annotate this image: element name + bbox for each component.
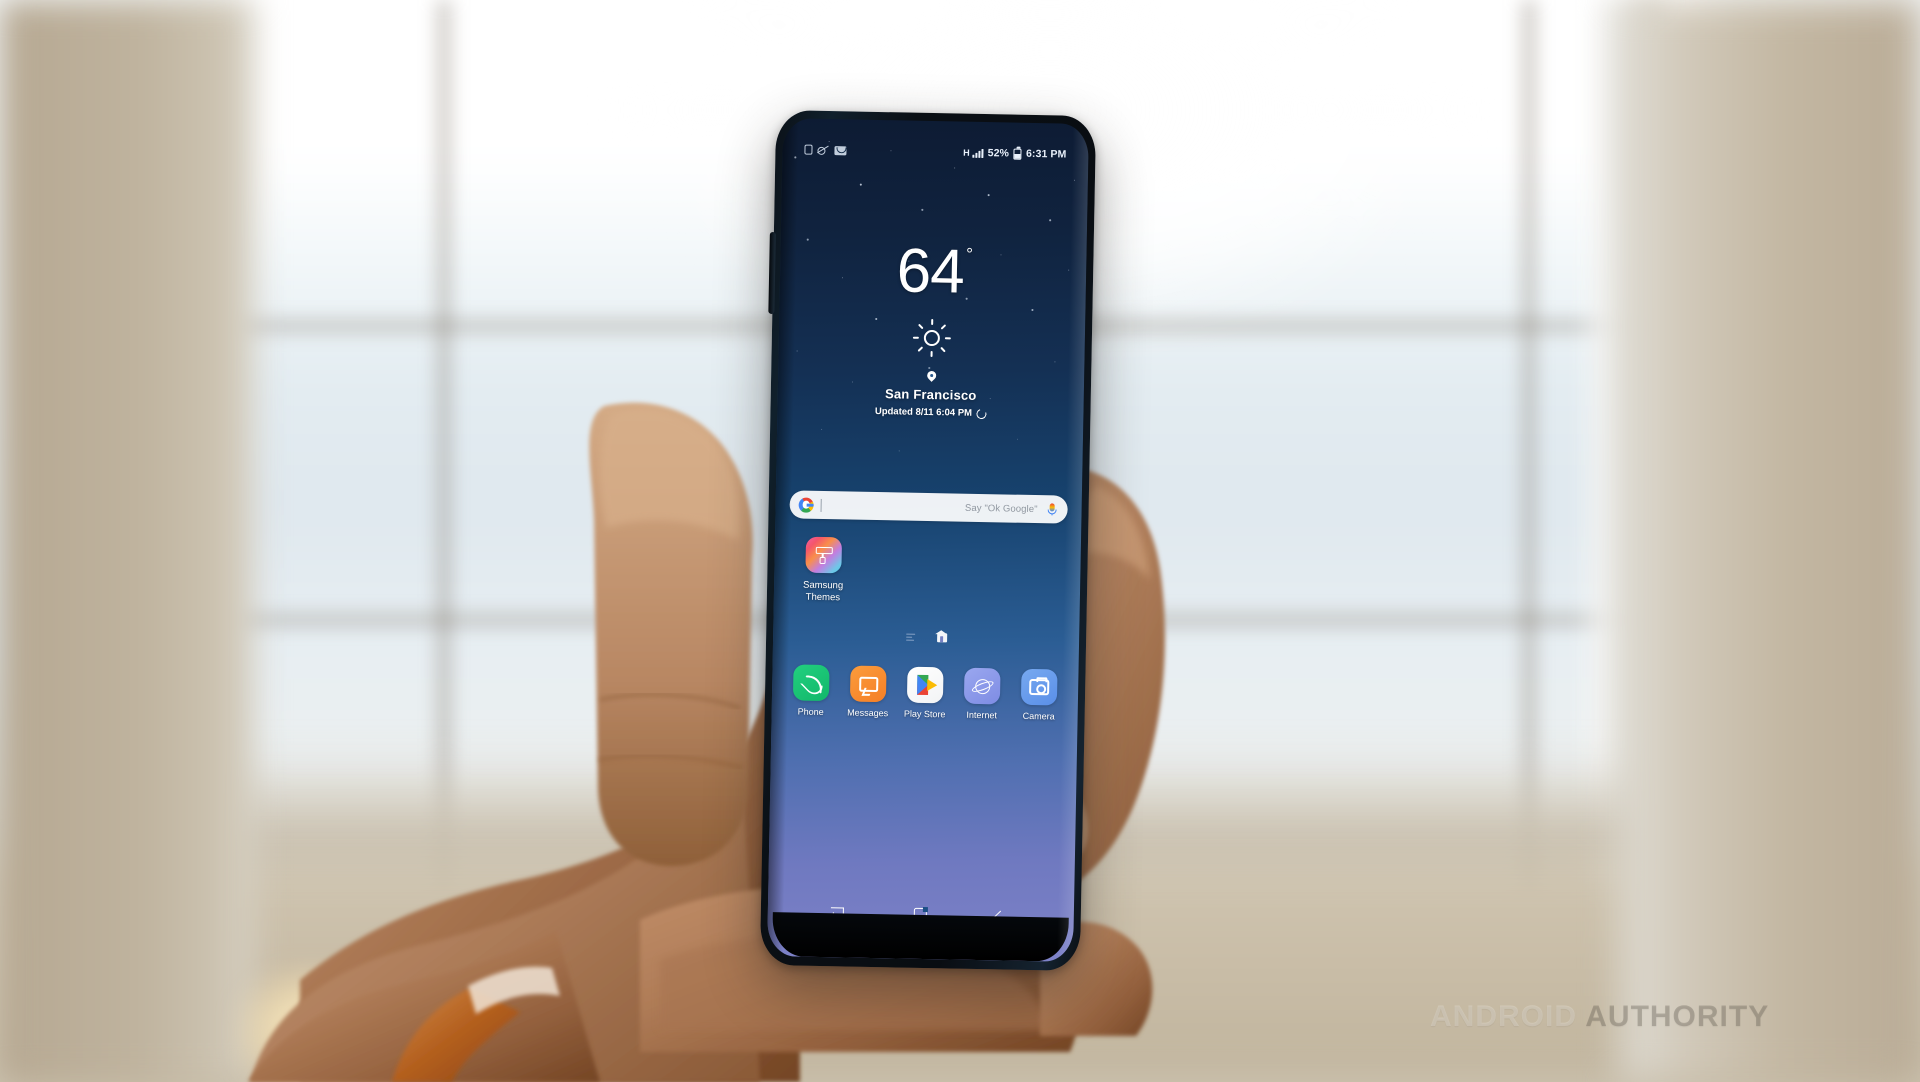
- signal-bars-icon: [972, 148, 984, 158]
- paint-roller-icon: [815, 546, 833, 564]
- sound-muted-icon: [817, 145, 829, 155]
- email-icon: [834, 145, 847, 155]
- page-indicator: [773, 630, 1079, 645]
- sd-card-icon: [804, 144, 813, 155]
- weather-widget[interactable]: 64° San Francisco Updated 8/11 6:04 PM: [777, 236, 1086, 421]
- battery-percent-label: 52%: [987, 147, 1010, 160]
- watermark-part2: AUTHORITY: [1585, 1000, 1770, 1033]
- temperature-value: 64°: [896, 236, 973, 306]
- dock-app-messages[interactable]: Messages: [843, 665, 894, 718]
- phone-icon[interactable]: [792, 664, 830, 702]
- messages-icon[interactable]: [849, 665, 887, 703]
- dock-app-camera[interactable]: Camera: [1014, 668, 1065, 722]
- weather-city-label: San Francisco: [884, 386, 977, 403]
- refresh-icon[interactable]: [974, 406, 988, 421]
- dock-label-play-store: Play Store: [903, 708, 946, 720]
- dock-app-internet[interactable]: Internet: [957, 667, 1008, 721]
- degree-symbol: °: [965, 244, 973, 264]
- phone-screen[interactable]: H 52% 6:31 PM 64° San Francisco Updated …: [766, 118, 1090, 962]
- watermark-part1: ANDROID: [1430, 1000, 1577, 1033]
- samsung-themes-icon[interactable]: [805, 536, 843, 574]
- weather-updated-label: Updated 8/11 6:04 PM: [874, 405, 973, 419]
- app-label-line2: Themes: [805, 591, 841, 603]
- weather-updated-row: Updated 8/11 6:04 PM: [874, 405, 988, 421]
- network-type-label: H: [963, 147, 970, 158]
- app-label-samsung-themes: Samsung Themes: [802, 579, 844, 604]
- dock-app-phone[interactable]: Phone: [786, 664, 837, 717]
- search-input[interactable]: Say "Ok Google": [822, 499, 1046, 514]
- home-page-icon[interactable]: [936, 633, 947, 643]
- dock-label-camera: Camera: [1022, 710, 1055, 722]
- camera-icon[interactable]: [1020, 668, 1058, 706]
- status-bar: H 52% 6:31 PM: [782, 140, 1088, 164]
- dock: Phone Messages Play Store Internet Camer…: [772, 664, 1079, 722]
- play-store-icon[interactable]: [906, 666, 944, 704]
- app-label-line1: Samsung: [802, 579, 844, 592]
- location-pin-icon: [927, 371, 936, 383]
- dock-label-messages: Messages: [847, 707, 889, 719]
- watermark: ANDROID AUTHORITY: [1430, 1000, 1769, 1034]
- clock-label: 6:31 PM: [1025, 147, 1067, 161]
- smartphone: H 52% 6:31 PM 64° San Francisco Updated …: [759, 110, 1097, 971]
- temperature-number: 64: [896, 236, 965, 307]
- bottom-bezel: [771, 912, 1069, 962]
- status-bar-left-icons: [804, 144, 847, 156]
- battery-icon: [1012, 148, 1022, 160]
- google-search-bar[interactable]: Say "Ok Google": [789, 490, 1068, 524]
- dock-label-phone: Phone: [797, 706, 824, 718]
- sunny-icon: [912, 319, 952, 358]
- app-samsung-themes[interactable]: Samsung Themes: [792, 536, 855, 603]
- bixby-home-icon[interactable]: [905, 633, 915, 641]
- google-g-icon: [798, 497, 814, 513]
- dock-app-play-store[interactable]: Play Store: [900, 666, 951, 719]
- dock-label-internet: Internet: [966, 709, 998, 721]
- screenshot-stage: H 52% 6:31 PM 64° San Francisco Updated …: [0, 0, 1920, 1082]
- internet-icon[interactable]: [963, 667, 1001, 705]
- status-bar-right-icons: H 52% 6:31 PM: [963, 147, 1067, 161]
- microphone-icon[interactable]: [1045, 503, 1058, 516]
